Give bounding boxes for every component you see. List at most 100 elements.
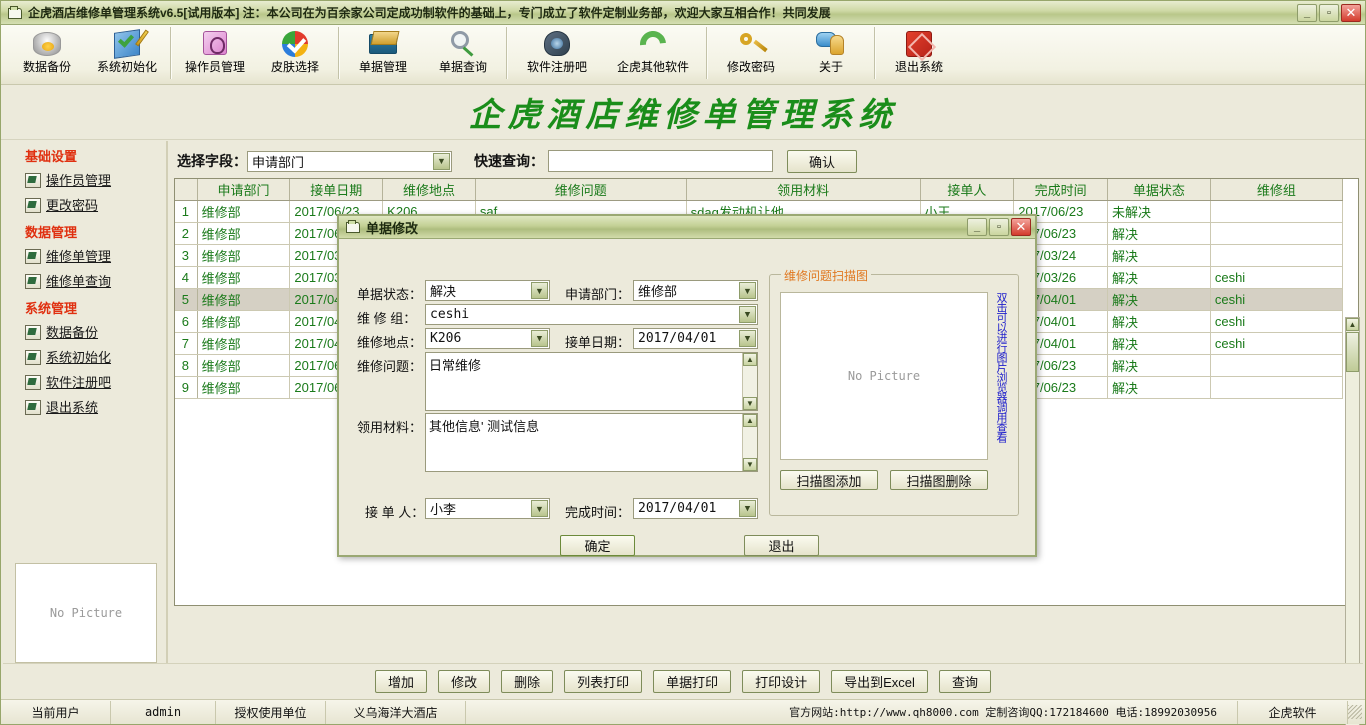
status-bar: 当前用户 admin 授权使用单位 义乌海洋大酒店 官方网站:http://ww… — [1, 699, 1365, 724]
toolbar-separator — [706, 27, 708, 79]
scroll-up-icon[interactable]: ▲ — [743, 414, 757, 427]
confirm-button[interactable]: 确认 — [787, 149, 857, 173]
sidebar-item-change-password[interactable]: 更改密码 — [3, 192, 166, 217]
toolbar-label: 修改密码 — [726, 60, 775, 74]
toolbar-item-order-query[interactable]: 单据查询 — [423, 25, 503, 83]
toolbar-item-other-software[interactable]: 企虎其他软件 — [603, 25, 703, 83]
material-scrollbar[interactable]: ▲ ▼ — [742, 414, 757, 471]
toolbar-item-system-init[interactable]: 系统初始化 — [87, 25, 167, 83]
sync-icon — [634, 25, 672, 63]
sidebar-item-data-backup[interactable]: 数据备份 — [3, 319, 166, 344]
scroll-thumb-vertical[interactable] — [1346, 332, 1359, 372]
group-combo[interactable]: ceshi ▼ — [425, 304, 758, 325]
chevron-down-icon[interactable]: ▼ — [531, 282, 548, 299]
problem-textarea[interactable]: 日常维修 ▲ ▼ — [425, 352, 758, 411]
sidebar-item-operator-manage[interactable]: 操作员管理 — [3, 167, 166, 192]
grid-cell-group — [1210, 222, 1344, 245]
grid-cell-group: ceshi — [1210, 332, 1344, 355]
close-icon[interactable]: ✕ — [1341, 3, 1361, 22]
person-value: 小李 — [430, 502, 457, 517]
sidebar-item-system-init[interactable]: 系统初始化 — [3, 344, 166, 369]
grid-col-group[interactable]: 维修组 — [1210, 179, 1344, 201]
toolbar-item-data-backup[interactable]: 数据备份 — [7, 25, 87, 83]
scroll-up-icon[interactable]: ▲ — [743, 353, 757, 366]
toolbar-item-about[interactable]: 关于 — [791, 25, 871, 83]
grid-cell-status: 解决 — [1107, 244, 1211, 267]
select-field-combo[interactable]: 申请部门 ▼ — [247, 150, 452, 172]
grid-col-finish[interactable]: 完成时间 — [1013, 179, 1109, 201]
toolbar-item-operator-manage[interactable]: 操作员管理 — [175, 25, 255, 83]
chevron-down-icon[interactable]: ▼ — [531, 330, 548, 347]
problem-scrollbar[interactable]: ▲ ▼ — [742, 353, 757, 410]
grid-col-material[interactable]: 领用材料 — [686, 179, 921, 201]
finish-date-picker[interactable]: 2017/04/01 ▼ — [633, 498, 758, 519]
list-print-button[interactable]: 列表打印 — [564, 670, 643, 693]
skin-palette-icon — [278, 28, 312, 60]
grid-cell-no: 1 — [175, 200, 198, 223]
minimize-icon[interactable]: _ — [1297, 3, 1317, 22]
dept-combo[interactable]: 维修部 ▼ — [633, 280, 758, 301]
chevron-down-icon[interactable]: ▼ — [739, 282, 756, 299]
grid-col-status[interactable]: 单据状态 — [1107, 179, 1211, 201]
sidebar-item-order-query[interactable]: 维修单查询 — [3, 268, 166, 293]
scroll-down-icon[interactable]: ▼ — [743, 397, 757, 410]
export-excel-button[interactable]: 导出到Excel — [831, 670, 928, 693]
dialog-maximize-icon[interactable]: ▫ — [989, 218, 1009, 236]
chevron-down-icon[interactable]: ▼ — [739, 330, 756, 347]
toolbar-item-exit[interactable]: 退出系统 — [879, 25, 959, 83]
toolbar-item-skin-select[interactable]: 皮肤选择 — [255, 25, 335, 83]
material-textarea[interactable]: 其他信息' 测试信息 ▲ ▼ — [425, 413, 758, 472]
sidebar-item-order-manage[interactable]: 维修单管理 — [3, 243, 166, 268]
dialog-minimize-icon[interactable]: _ — [967, 218, 987, 236]
scan-add-button[interactable]: 扫描图添加 — [780, 470, 878, 490]
order-print-button[interactable]: 单据打印 — [653, 670, 732, 693]
title-bar: 企虎酒店维修单管理系统v6.5[试用版本] 注：本公司在为百余家公司定成功制软件… — [1, 1, 1365, 25]
person-combo[interactable]: 小李 ▼ — [425, 498, 550, 519]
grid-col-recv-date[interactable]: 接单日期 — [289, 179, 384, 201]
toolbar-item-change-password[interactable]: 修改密码 — [711, 25, 791, 83]
about-icon — [814, 28, 848, 60]
modify-button[interactable]: 修改 — [438, 670, 491, 693]
resize-grip-icon[interactable] — [1348, 705, 1362, 719]
operator-icon — [198, 28, 232, 60]
grid-cell-no: 5 — [175, 288, 198, 311]
grid-col-problem[interactable]: 维修问题 — [475, 179, 687, 201]
scan-picture-placeholder[interactable]: No Picture — [780, 292, 988, 460]
recv-date-picker[interactable]: 2017/04/01 ▼ — [633, 328, 758, 349]
add-button[interactable]: 增加 — [375, 670, 428, 693]
grid-col-person[interactable]: 接单人 — [920, 179, 1015, 201]
print-design-button[interactable]: 打印设计 — [742, 670, 821, 693]
grid-cell-no: 7 — [175, 332, 198, 355]
quick-query-input[interactable] — [548, 150, 773, 172]
action-bar: 增加 修改 删除 列表打印 单据打印 打印设计 导出到Excel 查询 — [3, 663, 1363, 699]
page-icon — [25, 197, 41, 213]
delete-button[interactable]: 删除 — [501, 670, 554, 693]
problem-value: 日常维修 — [429, 358, 482, 373]
grid-col-dept[interactable]: 申请部门 — [197, 179, 291, 201]
grid-cell-dept: 维修部 — [197, 244, 291, 267]
chevron-down-icon[interactable]: ▼ — [739, 500, 756, 517]
grid-cell-dept: 维修部 — [197, 332, 291, 355]
toolbar-item-order-manage[interactable]: 单据管理 — [343, 25, 423, 83]
toolbar-label: 退出系统 — [894, 60, 943, 74]
query-button[interactable]: 查询 — [938, 670, 991, 693]
dialog-exit-button[interactable]: 退出 — [744, 535, 819, 556]
dialog-close-icon[interactable]: ✕ — [1011, 218, 1031, 236]
sidebar-item-register[interactable]: 软件注册吧 — [3, 369, 166, 394]
status-combo[interactable]: 解决 ▼ — [425, 280, 550, 301]
chevron-down-icon[interactable]: ▼ — [531, 500, 548, 517]
grid-cell-no: 6 — [175, 310, 198, 333]
maximize-icon[interactable]: ▫ — [1319, 3, 1339, 22]
chevron-down-icon[interactable]: ▼ — [739, 306, 756, 323]
place-combo[interactable]: K206 ▼ — [425, 328, 550, 349]
grid-col-place[interactable]: 维修地点 — [382, 179, 476, 201]
dialog-ok-button[interactable]: 确定 — [560, 535, 635, 556]
sidebar-item-exit[interactable]: 退出系统 — [3, 394, 166, 419]
window-title: 企虎酒店维修单管理系统v6.5[试用版本] 注：本公司在为百余家公司定成功制软件… — [28, 6, 831, 20]
scroll-down-icon[interactable]: ▼ — [743, 458, 757, 471]
chevron-down-icon[interactable]: ▼ — [433, 152, 450, 170]
grid-cell-dept: 维修部 — [197, 288, 291, 311]
scan-delete-button[interactable]: 扫描图删除 — [890, 470, 988, 490]
toolbar-item-register[interactable]: 软件注册吧 — [511, 25, 603, 83]
scroll-up-icon[interactable]: ▲ — [1346, 318, 1359, 331]
